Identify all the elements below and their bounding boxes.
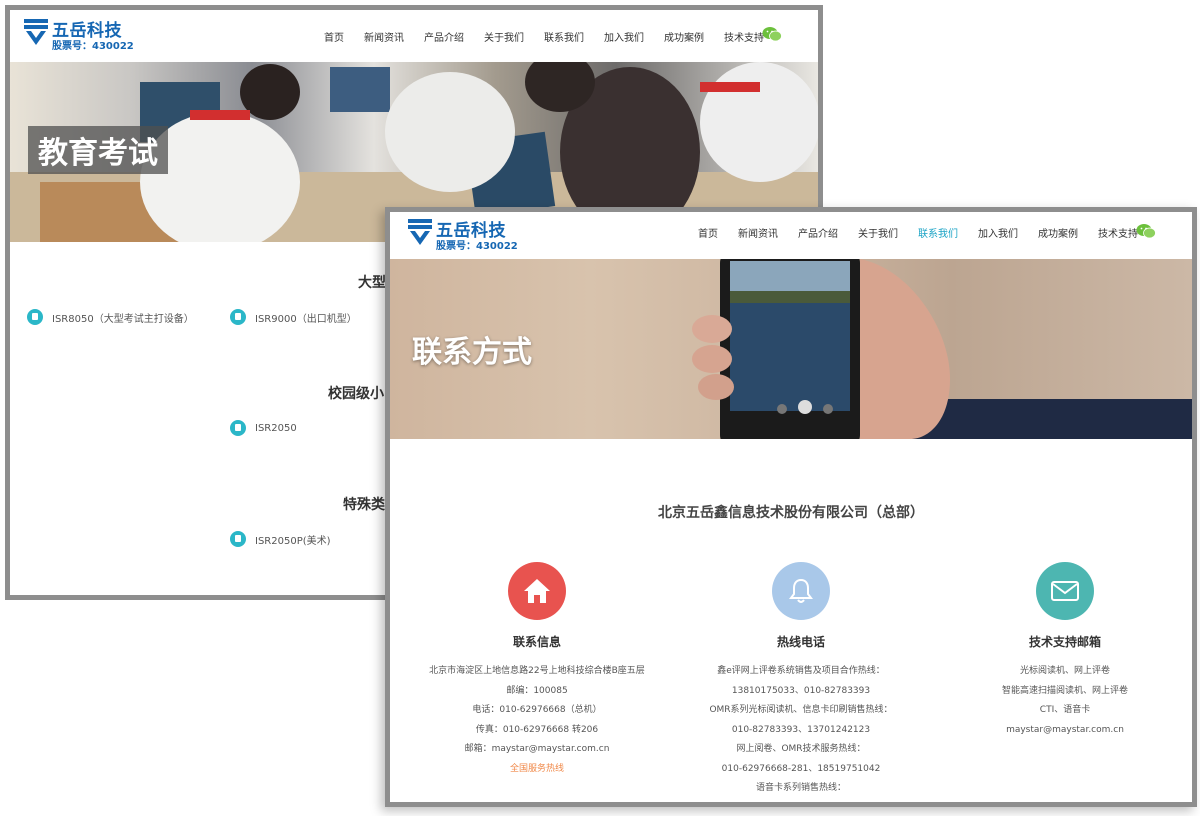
nav-item-cases[interactable]: 成功案例 (1038, 225, 1078, 240)
hotline-line: 网上阅卷、OMR技术服务热线： (736, 744, 866, 754)
nav-menu: 首页 新闻资讯 产品介绍 关于我们 联系我们 加入我们 成功案例 技术支持 (678, 225, 1138, 240)
column-title: 联系信息 (512, 635, 561, 649)
support-line: CTI、语音卡 (1039, 705, 1091, 715)
top-nav: 五岳科技 股票号：430022 首页 新闻资讯 产品介绍 关于我们 联系我们 加… (10, 10, 818, 62)
product-name: ISR8050（大型考试主打设备） (52, 313, 194, 325)
site-logo[interactable]: 五岳科技 股票号：430022 (24, 18, 144, 54)
section-title-campus: 校园级小 (328, 386, 384, 402)
nav-item-contact[interactable]: 联系我们 (918, 225, 958, 240)
nav-item-news[interactable]: 新闻资讯 (738, 225, 778, 240)
logo-stock-code: 股票号：430022 (436, 241, 518, 252)
nav-item-news[interactable]: 新闻资讯 (364, 29, 404, 44)
product-icon (230, 309, 246, 325)
logo-mark-icon (24, 19, 48, 45)
logo-stock-code: 股票号：430022 (52, 41, 134, 52)
logo-mark-icon (408, 219, 432, 245)
nav-item-support[interactable]: 技术支持 (1098, 225, 1138, 240)
contact-info-column: 联系信息 北京市海淀区上地信息路22号上地科技综合楼B座五层 邮编：100085… (402, 562, 672, 779)
nav-item-support[interactable]: 技术支持 (724, 29, 764, 44)
hotline-badge (772, 562, 830, 620)
hotline-line: 语音卡系列销售热线： (755, 783, 846, 793)
nav-item-join[interactable]: 加入我们 (978, 225, 1018, 240)
screenshot-contact-page: 五岳科技 股票号：430022 首页 新闻资讯 产品介绍 关于我们 联系我们 加… (385, 207, 1197, 807)
product-link[interactable]: ISR9000（出口机型） (230, 309, 357, 325)
support-line: 光标阅读机、网上评卷 (1019, 666, 1110, 676)
postcode-line: 邮编：100085 (506, 685, 568, 696)
product-icon (230, 420, 246, 436)
nav-item-home[interactable]: 首页 (324, 29, 344, 44)
product-name: ISR2050P(美术) (255, 535, 331, 547)
site-logo[interactable]: 五岳科技 股票号：430022 (408, 218, 528, 254)
top-nav: 五岳科技 股票号：430022 首页 新闻资讯 产品介绍 关于我们 联系我们 加… (390, 212, 1192, 259)
product-icon (27, 309, 43, 325)
support-email-link[interactable]: maystar@maystar.com.cn (930, 721, 1200, 741)
product-link[interactable]: ISR2050P(美术) (230, 531, 331, 547)
phone-line: 电话：010-62976668（总机） (472, 705, 602, 715)
address-line: 北京市海淀区上地信息路22号上地科技综合楼B座五层 (429, 666, 645, 676)
hotline-column: 热线电话 鑫e评网上评卷系统销售及项目合作热线： 13810175033、010… (666, 562, 936, 799)
fax-line: 传真：010-62976668 转206 (475, 724, 599, 735)
hotline-line: 010-82783393、13701242123 (731, 724, 871, 735)
nav-menu: 首页 新闻资讯 产品介绍 关于我们 联系我们 加入我们 成功案例 技术支持 (304, 29, 764, 44)
nav-item-contact[interactable]: 联系我们 (544, 29, 584, 44)
wechat-icon[interactable] (1136, 223, 1156, 239)
section-title-special: 特殊类 (343, 497, 385, 513)
hotline-line: 13810175033、010-82783393 (731, 685, 871, 696)
home-icon (524, 579, 550, 603)
nav-item-products[interactable]: 产品介绍 (424, 29, 464, 44)
nav-item-cases[interactable]: 成功案例 (664, 29, 704, 44)
contact-info-badge (508, 562, 566, 620)
product-link[interactable]: ISR8050（大型考试主打设备） (27, 309, 194, 325)
nav-item-home[interactable]: 首页 (698, 225, 718, 240)
column-title: 技术支持邮箱 (1028, 635, 1101, 649)
mail-icon (1051, 581, 1079, 601)
nav-item-join[interactable]: 加入我们 (604, 29, 644, 44)
support-email-column: 技术支持邮箱 光标阅读机、网上评卷 智能高速扫描阅读机、网上评卷 CTI、语音卡… (930, 562, 1200, 740)
wechat-icon[interactable] (762, 26, 782, 42)
hotline-line: OMR系列光标阅读机、信息卡印刷销售热线： (709, 705, 893, 715)
contact-banner: 联系方式 (390, 259, 1192, 439)
column-title: 热线电话 (776, 635, 825, 649)
bell-icon (789, 578, 813, 603)
product-link[interactable]: ISR2050 (230, 420, 297, 436)
email-line[interactable]: 邮箱：maystar@maystar.com.cn (402, 740, 672, 760)
support-email-badge (1036, 562, 1094, 620)
nav-item-about[interactable]: 关于我们 (484, 29, 524, 44)
product-icon (230, 531, 246, 547)
nav-item-about[interactable]: 关于我们 (858, 225, 898, 240)
product-name: ISR2050 (255, 422, 297, 434)
banner-title: 联系方式 (412, 335, 532, 370)
hotline-line: 鑫e评网上评卷系统销售及项目合作热线： (717, 666, 885, 676)
hotline-line: 010-62976668-281、18519751042 (721, 763, 881, 774)
nav-item-products[interactable]: 产品介绍 (798, 225, 838, 240)
product-name: ISR9000（出口机型） (255, 313, 357, 325)
company-name: 北京五岳鑫信息技术股份有限公司（总部） (658, 505, 924, 521)
service-hotline-link[interactable]: 全国服务热线 (402, 760, 672, 780)
banner-title: 教育考试 (28, 126, 168, 174)
support-line: 智能高速扫描阅读机、网上评卷 (1001, 685, 1128, 696)
